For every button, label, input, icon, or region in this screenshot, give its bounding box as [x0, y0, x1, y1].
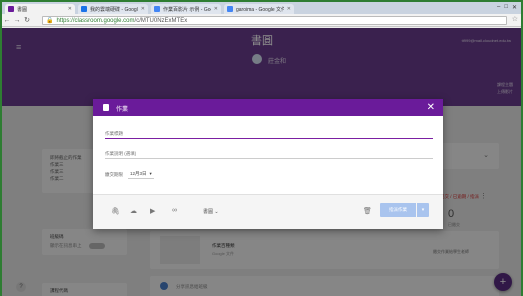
reload-icon[interactable]: ↻ — [22, 16, 32, 24]
description-input[interactable] — [105, 149, 433, 158]
bookmark-star-icon[interactable]: ☆ — [512, 15, 518, 23]
title-input[interactable] — [105, 129, 433, 138]
dialog-footer: 🖇 ☁ ▶ ∞ 書圓 ⌄ 🗑 指派作業 ▾ — [93, 195, 443, 229]
close-tab-icon[interactable]: ✕ — [68, 6, 72, 12]
link-icon[interactable]: ∞ — [172, 207, 177, 214]
youtube-icon[interactable]: ▶ — [150, 207, 155, 215]
close-window-icon[interactable]: ✕ — [512, 4, 517, 11]
maximize-icon[interactable]: □ — [504, 4, 508, 11]
tab-drive[interactable]: 我的雲端硬碟 - Google 雲端 ✕ — [78, 4, 148, 14]
chevron-down-icon: ⌄ — [214, 209, 219, 215]
back-icon[interactable]: ← — [2, 17, 12, 24]
due-date-select[interactable]: 12月3日 ▾ — [128, 170, 154, 179]
close-tab-icon[interactable]: ✕ — [287, 6, 291, 12]
delete-icon[interactable]: 🗑 — [363, 207, 372, 215]
dialog-title: 作業 — [116, 107, 129, 113]
forward-icon[interactable]: → — [12, 17, 22, 24]
close-tab-icon[interactable]: ✕ — [141, 6, 145, 12]
tab-docs-2[interactable]: garoima - Google 文件 ✕ — [224, 4, 294, 14]
address-toolbar: ← → ↻ 🔒 https://classroom.google.com/c/M… — [2, 14, 521, 27]
drive-favicon-icon — [81, 6, 87, 12]
topic-select[interactable]: 書圓 ⌄ — [203, 208, 219, 215]
classroom-favicon-icon — [8, 6, 14, 12]
window-controls: – □ ✕ — [497, 4, 517, 11]
tab-docs-1[interactable]: 作業百影片 示例 - Google ✕ — [151, 4, 221, 14]
address-bar[interactable]: 🔒 https://classroom.google.com/c/MTU0NzE… — [42, 16, 507, 25]
drive-upload-icon[interactable]: ☁ — [130, 207, 137, 215]
dialog-header: 作業 ✕ — [93, 99, 443, 116]
assign-button[interactable]: 指派作業 — [380, 203, 416, 217]
assign-options-dropdown[interactable]: ▾ — [417, 203, 429, 217]
docs-favicon-icon — [227, 6, 233, 12]
url-text: https://classroom.google.com/c/MTU0NzExM… — [56, 17, 188, 24]
docs-favicon-icon — [154, 6, 160, 12]
lock-icon: 🔒 — [46, 18, 54, 24]
due-row: 繳交期限 12月3日 ▾ — [105, 170, 154, 179]
due-label: 繳交期限 — [105, 171, 123, 177]
assignment-icon — [103, 104, 109, 111]
description-field[interactable] — [105, 149, 433, 159]
dropdown-arrow-icon: ▾ — [149, 171, 152, 176]
attach-file-icon[interactable]: 🖇 — [111, 207, 120, 215]
browser-window: 書圓 ✕ 我的雲端硬碟 - Google 雲端 ✕ 作業百影片 示例 - Goo… — [2, 2, 521, 296]
close-icon[interactable]: ✕ — [427, 102, 435, 113]
close-tab-icon[interactable]: ✕ — [214, 6, 218, 12]
minimize-icon[interactable]: – — [497, 4, 500, 11]
assignment-dialog: 作業 ✕ 繳交期限 12月3日 ▾ 🖇 ☁ ▶ ∞ 書圓 ⌄ 🗑 指派作業 ▾ — [93, 99, 443, 229]
tab-classroom[interactable]: 書圓 ✕ — [5, 4, 75, 14]
title-field[interactable] — [105, 129, 433, 139]
tab-strip: 書圓 ✕ 我的雲端硬碟 - Google 雲端 ✕ 作業百影片 示例 - Goo… — [2, 2, 521, 14]
